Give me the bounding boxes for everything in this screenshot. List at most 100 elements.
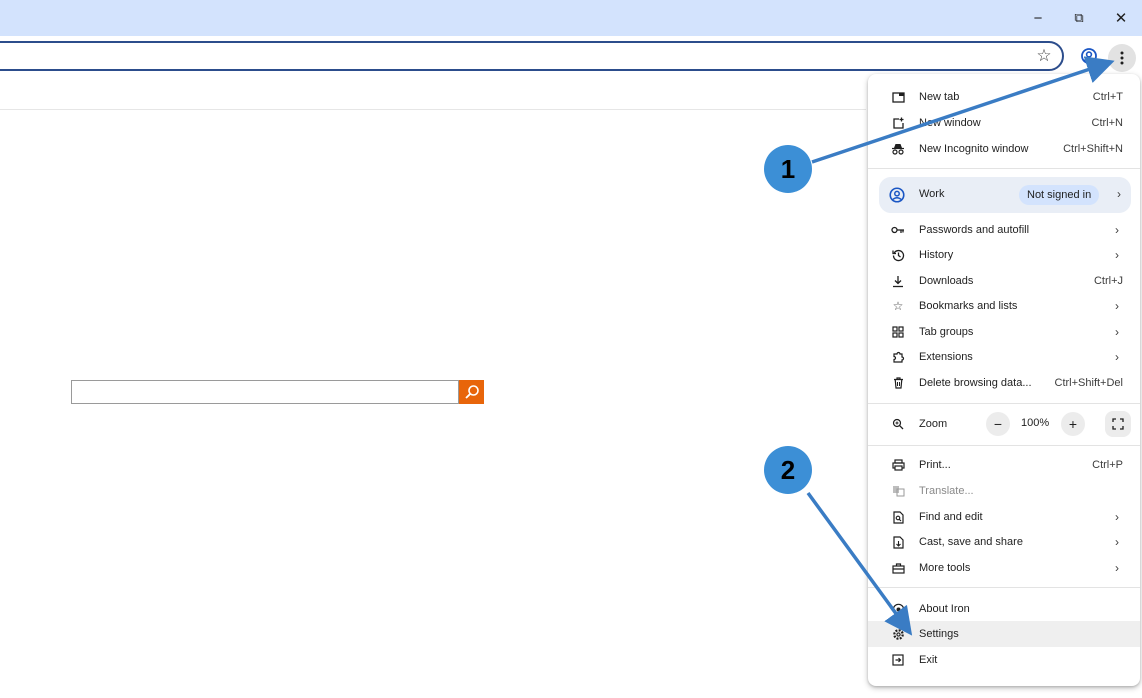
profile-icon [1081, 48, 1097, 64]
profile-button[interactable] [1079, 46, 1099, 66]
annotation-step-1: 1 [764, 145, 812, 193]
menu-item-new-incognito[interactable]: New Incognito window Ctrl+Shift+N [868, 136, 1140, 162]
zoom-in-button[interactable]: + [1061, 412, 1085, 436]
close-window-button[interactable]: ✕ [1109, 8, 1133, 28]
menu-item-label: Exit [919, 654, 938, 666]
menu-item-new-tab[interactable]: New tab Ctrl+T [868, 84, 1140, 110]
menu-item-translate[interactable]: Translate... [868, 478, 1140, 504]
star-icon: ☆ [892, 299, 904, 313]
annotation-step-2: 2 [764, 446, 812, 494]
gear-icon [890, 626, 906, 642]
about-icon [890, 601, 906, 617]
customize-menu-button[interactable] [1108, 44, 1136, 72]
menu-item-label: More tools [919, 562, 971, 574]
menu-item-label: Downloads [919, 275, 974, 287]
plus-icon: + [1068, 416, 1078, 432]
menu-item-label: Tab groups [919, 326, 974, 338]
search-icon [464, 385, 479, 399]
menu-separator [868, 445, 1140, 446]
menu-item-shortcut: Ctrl+Shift+Del [1054, 377, 1123, 389]
profile-name: Work [919, 188, 945, 200]
key-icon [890, 222, 906, 238]
history-icon [890, 247, 906, 263]
toolbox-icon [890, 560, 906, 576]
new-tab-icon [890, 89, 906, 105]
title-bar [0, 0, 1142, 36]
page-search-button[interactable] [459, 380, 484, 404]
menu-item-print[interactable]: Print... Ctrl+P [868, 452, 1140, 478]
zoom-level: 100% [1021, 417, 1050, 429]
exit-icon [890, 652, 906, 668]
restore-button[interactable]: ⧉ [1067, 8, 1091, 28]
menu-item-about[interactable]: About Iron [868, 596, 1140, 622]
menu-item-label: New window [919, 117, 981, 129]
annotation-label: 2 [780, 454, 796, 485]
menu-item-tab-groups[interactable]: Tab groups › [868, 319, 1140, 345]
translate-icon [890, 483, 906, 499]
tab-groups-icon [890, 324, 906, 340]
menu-item-label: Extensions [919, 351, 973, 363]
chevron-right-icon: › [1115, 510, 1119, 524]
chevron-right-icon: › [1115, 535, 1119, 549]
page-search-input[interactable] [71, 380, 459, 404]
puzzle-icon [890, 349, 906, 365]
annotation-label: 1 [780, 153, 796, 184]
menu-item-profile[interactable]: Work Not signed in › [879, 177, 1131, 213]
menu-item-label: History [919, 249, 954, 261]
chevron-right-icon: › [1117, 187, 1121, 201]
menu-item-label: Delete browsing data... [919, 377, 1032, 389]
menu-separator [868, 403, 1140, 404]
menu-item-exit[interactable]: Exit [868, 647, 1140, 673]
download-icon [890, 273, 906, 289]
menu-item-downloads[interactable]: Downloads Ctrl+J [868, 268, 1140, 294]
fullscreen-button[interactable] [1105, 411, 1131, 437]
menu-item-new-window[interactable]: New window Ctrl+N [868, 110, 1140, 136]
menu-item-passwords[interactable]: Passwords and autofill › [868, 217, 1140, 243]
menu-item-find-and-edit[interactable]: Find and edit › [868, 504, 1140, 530]
content-divider [0, 109, 866, 110]
cast-save-icon [890, 534, 906, 550]
menu-item-delete-browsing-data[interactable]: Delete browsing data... Ctrl+Shift+Del [868, 370, 1140, 396]
address-bar[interactable] [0, 41, 1064, 71]
menu-item-label: Cast, save and share [919, 536, 1023, 548]
star-icon: ☆ [1036, 46, 1052, 65]
restore-icon: ⧉ [1074, 10, 1084, 25]
menu-item-shortcut: Ctrl+T [1092, 91, 1123, 103]
sign-in-status-badge: Not signed in [1019, 185, 1100, 205]
trash-icon [890, 375, 906, 391]
chevron-right-icon: › [1115, 561, 1119, 575]
menu-item-label: Print... [919, 459, 951, 471]
menu-item-shortcut: Ctrl+Shift+N [1063, 143, 1123, 155]
zoom-icon [890, 416, 906, 432]
menu-item-label: About Iron [919, 603, 970, 615]
printer-icon [890, 457, 906, 473]
close-icon: ✕ [1114, 10, 1128, 27]
fullscreen-icon [1112, 418, 1124, 430]
zoom-out-button[interactable]: − [986, 412, 1010, 436]
new-window-icon [890, 115, 906, 131]
chevron-right-icon: › [1115, 325, 1119, 339]
minimize-icon: − [1033, 9, 1043, 27]
browser-menu: New tab Ctrl+T New window Ctrl+N New Inc… [868, 74, 1140, 686]
menu-item-history[interactable]: History › [868, 242, 1140, 268]
menu-item-bookmarks[interactable]: ☆ Bookmarks and lists › [868, 293, 1140, 319]
bookmark-star-button[interactable]: ☆ [1034, 46, 1054, 66]
menu-item-label: Bookmarks and lists [919, 300, 1018, 312]
profile-icon [888, 186, 906, 209]
menu-item-label: New tab [919, 91, 960, 103]
menu-item-label: Settings [919, 628, 959, 640]
menu-item-cast-save-share[interactable]: Cast, save and share › [868, 529, 1140, 555]
menu-item-extensions[interactable]: Extensions › [868, 344, 1140, 370]
chevron-right-icon: › [1115, 248, 1119, 262]
chevron-right-icon: › [1115, 299, 1119, 313]
menu-item-shortcut: Ctrl+P [1092, 459, 1123, 471]
chevron-right-icon: › [1115, 223, 1119, 237]
menu-item-shortcut: Ctrl+N [1091, 117, 1123, 129]
menu-item-label: Passwords and autofill [919, 224, 1030, 236]
minimize-button[interactable]: − [1026, 8, 1050, 28]
menu-item-more-tools[interactable]: More tools › [868, 555, 1140, 581]
incognito-icon [890, 141, 906, 157]
menu-item-label: Translate... [919, 485, 974, 497]
menu-item-settings[interactable]: Settings [868, 621, 1140, 647]
menu-separator [868, 587, 1140, 588]
